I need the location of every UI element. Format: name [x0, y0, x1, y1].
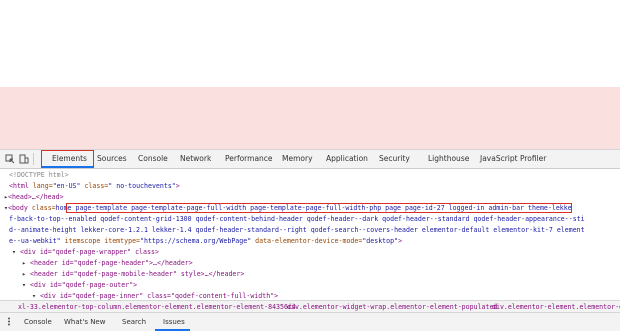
header-tag: <header id="qodef-page-header">…</header…	[29, 259, 193, 267]
tab-memory[interactable]: Memory	[282, 154, 313, 163]
html-close: >	[175, 182, 180, 190]
tab-application[interactable]: Application	[326, 154, 368, 163]
html-open: <html	[9, 182, 29, 190]
drawer-tab-whats-new[interactable]: What's New	[64, 318, 105, 326]
tab-sources[interactable]: Sources	[97, 154, 127, 163]
expand-triangle-icon[interactable]: ▸	[22, 259, 26, 267]
page-viewport-pink-band	[0, 87, 620, 149]
drawer-tab-search[interactable]: Search	[122, 318, 146, 326]
wrapper-tag: <div id="qodef-page-wrapper" class>	[19, 248, 159, 256]
inspect-element-icon[interactable]	[5, 154, 15, 164]
dom-breadcrumbs: xl-33.elementor-top-column.elementor-ele…	[0, 300, 620, 313]
body-class-highlight-box	[66, 203, 572, 213]
html-lang-attr: lang=	[28, 182, 53, 190]
tab-lighthouse[interactable]: Lighthouse	[428, 154, 469, 163]
collapse-triangle-icon[interactable]: ▾	[12, 248, 16, 256]
page-viewport-top	[0, 0, 620, 87]
outer-tag: <div id="qodef-page-outer">	[29, 281, 138, 289]
tab-elements-label: Elements	[52, 154, 87, 163]
breadcrumb-column[interactable]: xl-33.elementor-top-column.elementor-ele…	[18, 303, 296, 311]
tab-console[interactable]: Console	[138, 154, 168, 163]
html-class-value: " no-touchevents"	[108, 182, 176, 190]
mobile-header-tag: <header id="qodef-page-mobile-header" st…	[29, 270, 245, 278]
tab-javascript-profiler[interactable]: JavaScript Profiler	[480, 154, 546, 163]
drawer-tab-console[interactable]: Console	[24, 318, 52, 326]
breadcrumb-widget-wrap[interactable]: div.elementor-widget-wrap.elementor-elem…	[287, 303, 497, 311]
drawer-menu-icon[interactable]	[5, 317, 13, 326]
wrapper-line[interactable]: ▾ <div id="qodef-page-wrapper" class>	[12, 247, 159, 257]
active-tab-indicator	[42, 166, 93, 168]
html-class-attr: class=	[80, 182, 109, 190]
body-open-close: >	[398, 237, 403, 245]
body-class-cont-1: f-back-to-top--enabled qodef-content-gri…	[9, 215, 585, 223]
body-class-cont-2: d--animate-height lekker-core-1.2.1 lekk…	[9, 226, 585, 234]
header-line[interactable]: ▸ <header id="qodef-page-header">…</head…	[22, 258, 193, 268]
tab-security[interactable]: Security	[379, 154, 410, 163]
devtools-drawer: Console What's New Search Issues	[0, 313, 620, 331]
collapse-triangle-icon[interactable]: ▾	[22, 281, 26, 289]
tab-performance[interactable]: Performance	[225, 154, 273, 163]
collapse-triangle-icon[interactable]: ▾	[32, 292, 36, 300]
toolbar-divider	[33, 153, 34, 165]
inner-tag: <div id="qodef-page-inner" class="qodef-…	[39, 292, 279, 300]
body-class-end: e--ua-webkit"	[9, 237, 61, 245]
tab-network[interactable]: Network	[180, 154, 211, 163]
html-tag-line[interactable]: <html lang="en-US" class=" no-touchevent…	[9, 181, 180, 191]
itemtype-value: "https://schema.org/WebPage"	[140, 237, 252, 245]
doctype-line[interactable]: <!DOCTYPE html>	[9, 170, 69, 180]
device-mode-attr: data-elementor-device-mode=	[251, 237, 363, 245]
expand-triangle-icon[interactable]: ▸	[22, 270, 26, 278]
html-lang-value: "en-US"	[52, 182, 81, 190]
drawer-tab-issues[interactable]: Issues	[163, 318, 185, 326]
head-line[interactable]: ▸<head>…</head>	[4, 192, 64, 202]
body-class-attr: class=	[27, 204, 56, 212]
mobile-header-line[interactable]: ▸ <header id="qodef-page-mobile-header" …	[22, 269, 244, 279]
device-toolbar-icon[interactable]	[19, 154, 29, 164]
device-mode-value: "desktop"	[362, 237, 399, 245]
breadcrumb-element[interactable]: div.elementor-element.elementor-ele	[492, 303, 620, 311]
body-class-cont-3: e--ua-webkit" itemscope itemtype="https:…	[9, 236, 402, 246]
outer-line[interactable]: ▾ <div id="qodef-page-outer">	[22, 280, 137, 290]
body-open: <body	[7, 204, 28, 212]
dom-tree-panel: <!DOCTYPE html> <html lang="en-US" class…	[0, 170, 620, 300]
head-tag: <head>…</head>	[7, 193, 64, 201]
itemscope-attr: itemscope itemtype=	[60, 237, 141, 245]
